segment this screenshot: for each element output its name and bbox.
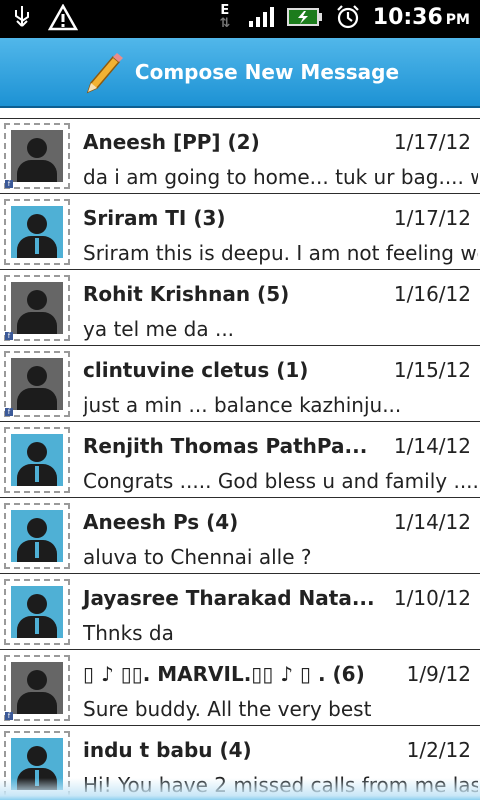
compose-label: Compose New Message	[134, 60, 400, 84]
conversation-row[interactable]: f Aneesh [PP] (2) 1/17/12 da i am going to …	[0, 118, 480, 194]
message-date: 1/10/12	[393, 586, 471, 610]
conversation-row[interactable]: f Rohit Krishnan (5) 1/16/12 ya tel me da .…	[0, 270, 480, 346]
contact-photo[interactable]: f	[4, 351, 70, 417]
bottom-fade	[0, 778, 480, 800]
clock: 10:36 PM	[372, 4, 470, 30]
contact-name: Rohit Krishnan (5)	[83, 282, 290, 306]
contact-photo[interactable]: f	[4, 123, 70, 189]
contact-photo[interactable]: f	[4, 275, 70, 341]
contact-name: Jayasree Tharakad Nata...	[83, 586, 375, 610]
contact-name: indu t babu (4)	[83, 738, 252, 762]
message-date: 1/14/12	[393, 510, 471, 534]
message-preview: Thnks da	[83, 621, 174, 645]
message-preview: ya tel me da ...	[83, 317, 235, 341]
message-date: 1/14/12	[393, 434, 471, 458]
contact-name: Sriram TI (3)	[83, 206, 226, 230]
default-contact-avatar[interactable]	[4, 199, 70, 265]
message-preview: Congrats ..... God bless u and family ..…	[83, 469, 478, 493]
contact-photo[interactable]: f	[4, 655, 70, 721]
message-preview: just a min ... balance kazhinju...	[83, 393, 402, 417]
facebook-icon: f	[5, 332, 13, 340]
compose-new-message-button[interactable]: Compose New Message	[0, 38, 480, 108]
default-contact-avatar[interactable]	[4, 427, 70, 493]
message-date: 1/9/12	[406, 662, 471, 686]
default-contact-avatar[interactable]	[4, 579, 70, 645]
contact-name: Aneesh Ps (4)	[83, 510, 239, 534]
message-date: 1/16/12	[393, 282, 471, 306]
facebook-icon: f	[5, 180, 13, 188]
message-date: 1/17/12	[393, 206, 471, 230]
message-date: 1/2/12	[406, 738, 471, 762]
message-preview: aluva to Chennai alle ?	[83, 545, 312, 569]
signal-icon	[248, 7, 274, 27]
pencil-icon	[86, 53, 123, 94]
message-date: 1/17/12	[393, 130, 471, 154]
contact-name: Renjith Thomas PathPa...	[83, 434, 368, 458]
contact-name: Aneesh [PP] (2)	[83, 130, 260, 154]
status-bar: E ⇅ 10:36 PM	[0, 0, 480, 38]
conversation-row[interactable]: f clintuvine cletus (1) 1/15/12 just a min …	[0, 346, 480, 422]
message-date: 1/15/12	[393, 358, 471, 382]
battery-charging-icon	[286, 8, 322, 26]
conversation-row[interactable]: Aneesh Ps (4) 1/14/12 aluva to Chennai all…	[0, 498, 480, 574]
default-contact-avatar[interactable]	[4, 503, 70, 569]
contact-name: ▯ ♪ ▯▯. MARVIL.▯▯ ♪ ▯ . (6)	[83, 662, 365, 686]
edge-data-icon: E ⇅	[219, 3, 231, 31]
usb-icon	[15, 6, 29, 27]
message-preview: da i am going to home... tuk ur bag.... …	[83, 165, 478, 189]
status-right-icons: E ⇅ 10:36 PM	[215, 4, 470, 30]
conversation-row[interactable]: Renjith Thomas PathPa... 1/14/12 Congrats …	[0, 422, 480, 498]
facebook-icon: f	[5, 712, 13, 720]
alarm-icon	[336, 5, 359, 29]
facebook-icon: f	[5, 408, 13, 416]
status-left-icons	[10, 4, 78, 32]
conversation-row[interactable]: Jayasree Tharakad Nata... 1/10/12 Thnks da	[0, 574, 480, 650]
warning-icon	[48, 4, 78, 31]
conversation-row[interactable]: Sriram TI (3) 1/17/12 Sriram this is deepu…	[0, 194, 480, 270]
contact-name: clintuvine cletus (1)	[83, 358, 309, 382]
message-preview: Sure buddy. All the very best	[83, 697, 372, 721]
conversation-list[interactable]: f Aneesh [PP] (2) 1/17/12 da i am going to …	[0, 108, 480, 800]
message-preview: Sriram this is deepu. I am not feeling w…	[83, 241, 478, 265]
conversation-row[interactable]: f ▯ ♪ ▯▯. MARVIL.▯▯ ♪ ▯ . (6) 1/9/12 Sure b…	[0, 650, 480, 726]
